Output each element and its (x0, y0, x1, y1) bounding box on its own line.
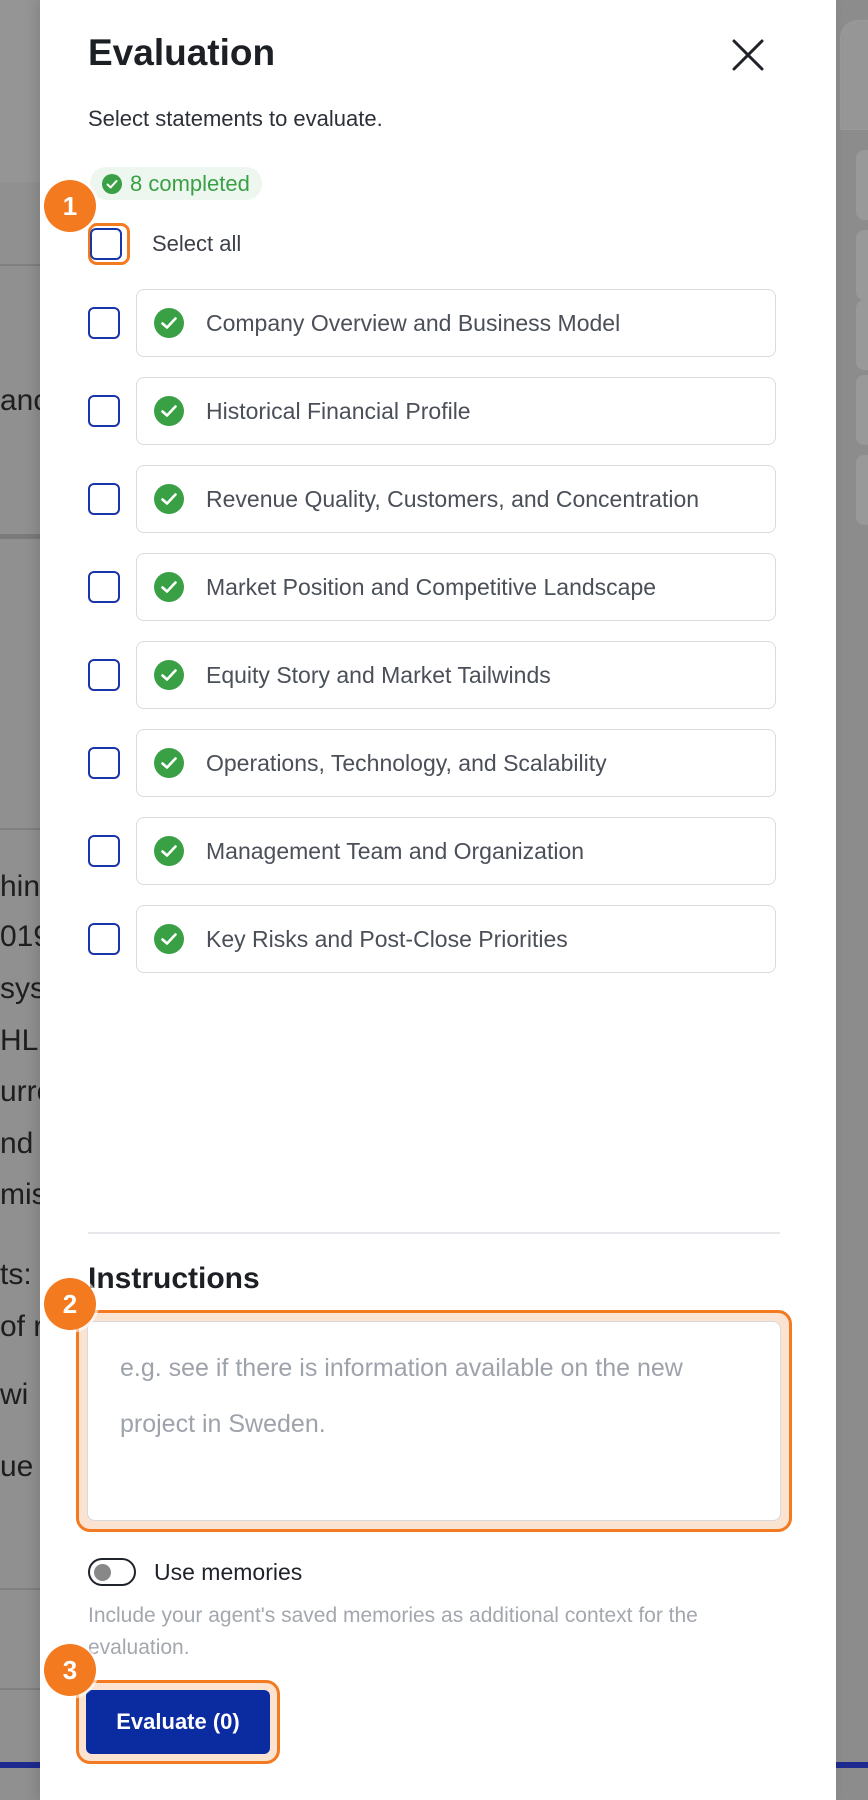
completed-badge: 8 completed (90, 167, 262, 200)
background-text: hin (0, 870, 40, 903)
select-all-label: Select all (152, 231, 242, 256)
statement-checkbox[interactable] (88, 483, 120, 515)
statement-card[interactable]: Historical Financial Profile (136, 377, 776, 445)
background-right-chip (856, 230, 868, 300)
statement-row: Market Position and Competitive Landscap… (88, 553, 776, 621)
statement-row: Revenue Quality, Customers, and Concentr… (88, 465, 776, 533)
check-circle-icon (154, 924, 184, 954)
background-accent-line (0, 1762, 40, 1768)
statement-card[interactable]: Key Risks and Post-Close Priorities (136, 905, 776, 973)
statement-checkbox[interactable] (88, 835, 120, 867)
drawer-title: Evaluation (88, 32, 276, 73)
background-text: urre (0, 1075, 40, 1108)
statement-row: Management Team and Organization (88, 817, 776, 885)
background-text: nd (0, 1127, 34, 1160)
background-text: 019 (0, 920, 40, 953)
use-memories-row: Use memories (88, 1558, 302, 1586)
background-text: HL (0, 1024, 39, 1057)
statement-label: Key Risks and Post-Close Priorities (206, 925, 568, 952)
section-divider (88, 1232, 780, 1234)
background-divider (0, 828, 40, 830)
background-right-chip (856, 150, 868, 220)
check-circle-icon (154, 484, 184, 514)
check-circle-icon (154, 308, 184, 338)
toggle-knob (94, 1564, 111, 1581)
statement-checkbox[interactable] (88, 307, 120, 339)
statement-card[interactable]: Market Position and Competitive Landscap… (136, 553, 776, 621)
background-divider (0, 264, 40, 266)
instructions-title: Instructions (88, 1262, 260, 1295)
statement-card[interactable]: Operations, Technology, and Scalability (136, 729, 776, 797)
close-icon (732, 39, 764, 71)
statement-checkbox[interactable] (88, 571, 120, 603)
statement-label: Management Team and Organization (206, 837, 585, 864)
background-right-chip (856, 455, 868, 525)
background-accent-line (836, 1762, 868, 1768)
background-text: wi (0, 1378, 29, 1411)
use-memories-label: Use memories (154, 1558, 303, 1585)
check-circle-icon (154, 660, 184, 690)
statement-row: Historical Financial Profile (88, 377, 776, 445)
background-divider (0, 1588, 40, 1590)
statement-row: Operations, Technology, and Scalability (88, 729, 776, 797)
statement-checkbox[interactable] (88, 395, 120, 427)
statement-checkbox[interactable] (88, 747, 120, 779)
background-right-card (840, 20, 868, 130)
annotation-badge-2: 2 (44, 1278, 96, 1330)
select-all-checkbox[interactable] (90, 228, 122, 260)
statement-card[interactable]: Management Team and Organization (136, 817, 776, 885)
statement-label: Operations, Technology, and Scalability (206, 749, 607, 776)
select-all-highlight (88, 223, 130, 265)
statement-label: Revenue Quality, Customers, and Concentr… (206, 485, 700, 512)
background-header (0, 0, 40, 182)
background-divider (0, 534, 40, 539)
statement-row: Key Risks and Post-Close Priorities (88, 905, 776, 973)
statement-row: Company Overview and Business Model (88, 289, 776, 357)
statement-label: Company Overview and Business Model (206, 309, 621, 336)
background-right-chip (856, 300, 868, 370)
instructions-input[interactable] (87, 1321, 781, 1521)
background-divider (0, 1688, 40, 1690)
use-memories-toggle[interactable] (88, 1558, 136, 1586)
background-text: sys (0, 972, 40, 1005)
close-button[interactable] (728, 35, 768, 75)
background-text: ue v (0, 1450, 40, 1483)
statement-card[interactable]: Equity Story and Market Tailwinds (136, 641, 776, 709)
annotation-badge-3: 3 (44, 1644, 96, 1696)
completed-count: 8 completed (130, 170, 250, 196)
check-circle-icon (154, 396, 184, 426)
drawer-subtitle: Select statements to evaluate. (88, 106, 383, 131)
check-circle-icon (154, 572, 184, 602)
statement-card[interactable]: Revenue Quality, Customers, and Concentr… (136, 465, 776, 533)
select-all-row: Select all (88, 223, 241, 265)
evaluate-highlight: Evaluate (0) (76, 1680, 280, 1764)
check-circle-icon (102, 173, 122, 194)
statement-card[interactable]: Company Overview and Business Model (136, 289, 776, 357)
statement-checkbox[interactable] (88, 659, 120, 691)
evaluate-button[interactable]: Evaluate (0) (86, 1690, 270, 1754)
evaluation-drawer: Evaluation Select statements to evaluate… (40, 0, 836, 1800)
background-text: ts: (0, 1258, 32, 1291)
check-circle-icon (154, 748, 184, 778)
statement-label: Market Position and Competitive Landscap… (206, 573, 657, 600)
instructions-highlight (76, 1310, 792, 1532)
background-text: anc (0, 384, 40, 417)
annotation-badge-1: 1 (44, 180, 96, 232)
background-text: of r (0, 1310, 40, 1343)
statement-checkbox[interactable] (88, 923, 120, 955)
statement-label: Equity Story and Market Tailwinds (206, 661, 551, 688)
background-right-chip (856, 375, 868, 445)
background-text: mis (0, 1178, 40, 1211)
use-memories-description: Include your agent's saved memories as a… (88, 1604, 698, 1659)
check-circle-icon (154, 836, 184, 866)
statement-label: Historical Financial Profile (206, 397, 471, 424)
statement-row: Equity Story and Market Tailwinds (88, 641, 776, 709)
